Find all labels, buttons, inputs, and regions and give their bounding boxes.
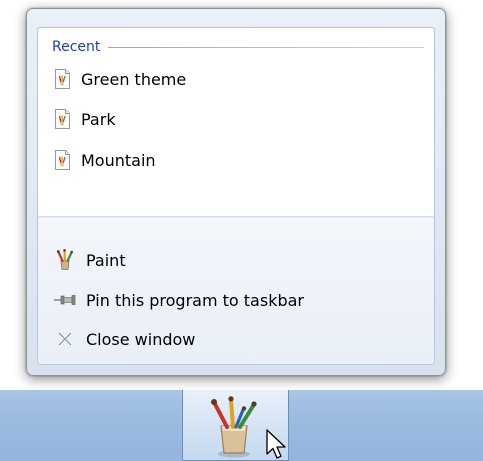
task-label: Paint — [86, 250, 126, 270]
mouse-pointer-icon — [266, 429, 286, 459]
recent-item-label: Park — [81, 109, 116, 129]
task-label: Close window — [86, 329, 196, 349]
recent-header-rule — [108, 46, 424, 48]
task-pin-to-taskbar[interactable]: Pin this program to taskbar — [54, 285, 414, 315]
task-label: Pin this program to taskbar — [86, 290, 304, 310]
recent-item-mountain[interactable]: Mountain — [54, 145, 414, 175]
paint-brushes-icon — [54, 249, 76, 271]
recent-item-label: Mountain — [81, 150, 156, 170]
recent-item-label: Green theme — [81, 69, 187, 89]
paint-document-icon — [55, 150, 70, 170]
recent-title: Recent — [52, 39, 101, 55]
paint-document-icon — [55, 69, 70, 89]
paint-document-icon — [55, 109, 70, 129]
task-close-window[interactable]: Close window — [54, 324, 414, 354]
recent-item-green-theme[interactable]: Green theme — [54, 64, 414, 94]
recent-section: Recent Green theme Park Mountain — [38, 28, 434, 216]
close-x-icon — [54, 328, 76, 350]
task-open-paint[interactable]: Paint — [54, 245, 414, 275]
recent-header: Recent — [52, 37, 424, 57]
jump-list: Recent Green theme Park Mountain Paint P… — [26, 8, 446, 376]
paint-app-icon — [211, 396, 257, 458]
recent-item-park[interactable]: Park — [54, 104, 414, 134]
tasks-section: Paint Pin this program to taskbar Close … — [38, 218, 434, 364]
pin-icon — [54, 289, 76, 311]
jump-list-panel: Recent Green theme Park Mountain Paint P… — [37, 27, 435, 365]
taskbar — [0, 390, 483, 461]
